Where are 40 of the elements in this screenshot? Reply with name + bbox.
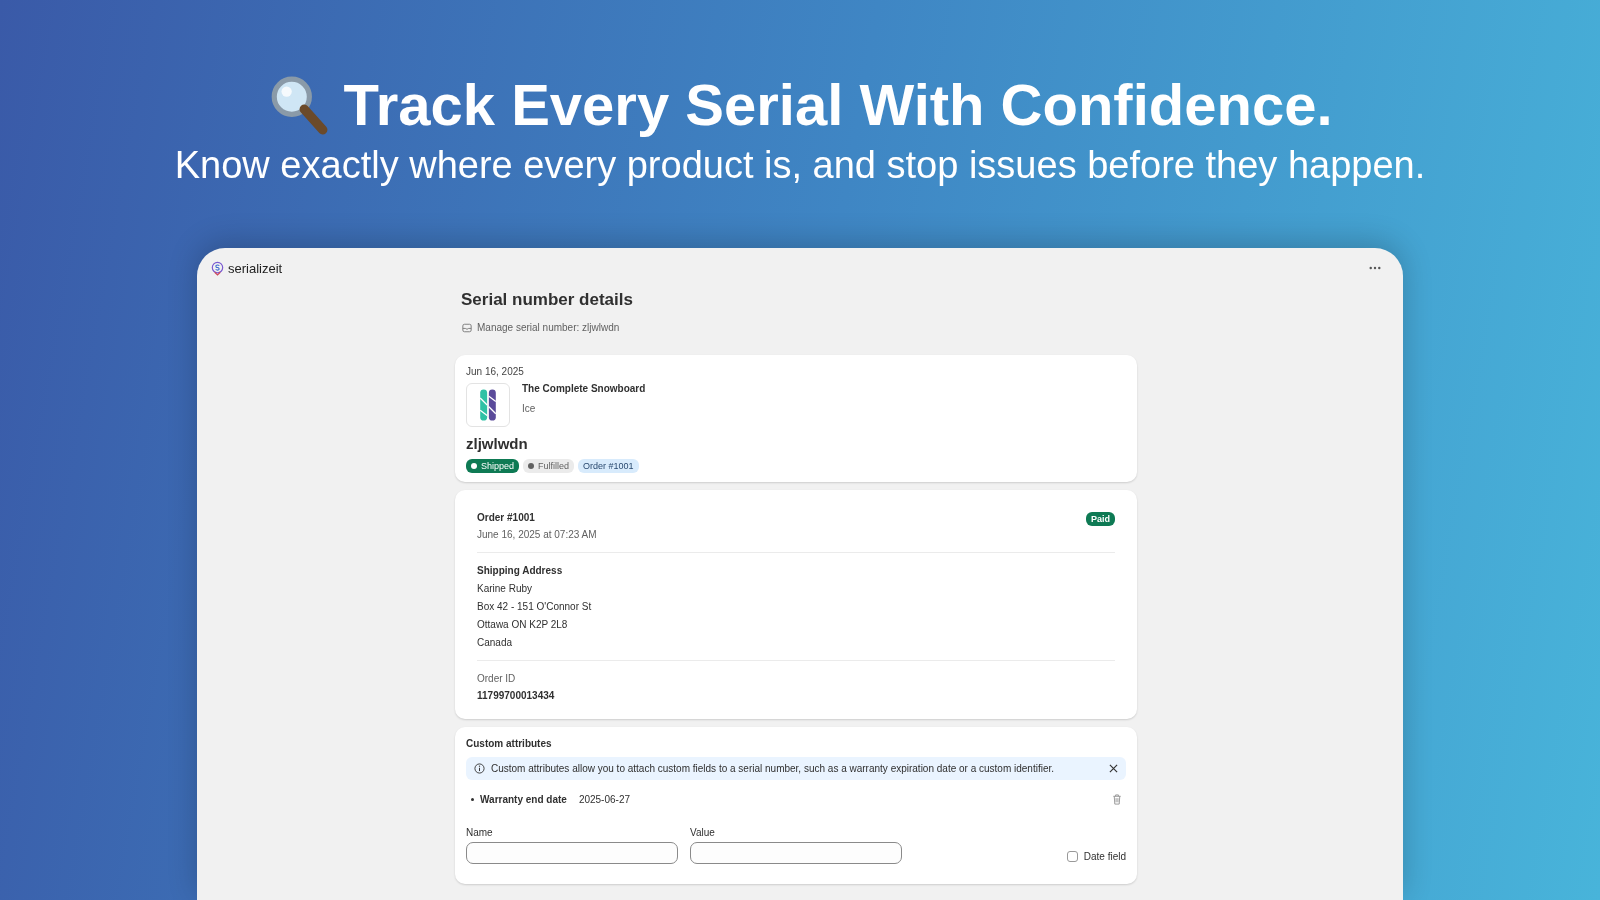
info-icon [474, 763, 485, 774]
app-name: serializeit [228, 260, 283, 276]
checkbox[interactable] [1066, 851, 1078, 862]
address-heading: Shipping Address [477, 565, 564, 576]
serial-date: Jun 16, 2025 [466, 366, 525, 377]
address-line: Box 42 - 151 O'Connor St [477, 601, 593, 612]
order-id-value: 11799700013434 [477, 690, 556, 701]
name-label: Name [466, 827, 494, 838]
page-title: Serial number details [461, 290, 634, 310]
more-icon[interactable] [1369, 266, 1381, 270]
logo-icon [211, 260, 224, 276]
trash-icon[interactable] [1112, 794, 1122, 805]
inbox-icon [462, 322, 472, 333]
attribute-name: Warranty end date [480, 794, 567, 805]
attribute-value: 2025-06-27 [578, 794, 631, 805]
bullet-icon [471, 798, 474, 801]
serial-number: zljwlwdn [466, 435, 529, 452]
address-line: Karine Ruby [477, 583, 534, 594]
order-title: Order #1001 [477, 512, 536, 523]
value-input[interactable] [690, 842, 902, 864]
address-line: Canada [477, 637, 514, 648]
close-icon[interactable] [1109, 764, 1118, 773]
product-name: The Complete Snowboard [522, 383, 646, 394]
headline: Track Every Serial With Confidence. [343, 72, 1333, 138]
status-badge: Order #1001 [578, 459, 639, 473]
order-id-label: Order ID [477, 673, 517, 684]
order-date: June 16, 2025 at 07:23 AM [477, 529, 597, 540]
banner-text: Custom attributes allow you to attach custom fields to a serial number, such as a warranty expiration date or a custom identifier. [491, 763, 1056, 774]
status-badge: Shipped [466, 459, 520, 473]
section-title: Custom attributes [466, 738, 553, 749]
product-variant: Ice [522, 403, 537, 414]
name-input[interactable] [466, 842, 678, 864]
checkbox-label: Date field [1083, 851, 1126, 862]
snowboard-thumbnail [466, 383, 510, 427]
status-badge: Fulfilled [523, 459, 575, 473]
page-subtitle: Manage serial number: zljwlwdn [477, 322, 620, 333]
subheadline: Know exactly where every product is, and stop issues before they happen. [174, 143, 1426, 188]
value-label: Value [690, 827, 716, 838]
payment-status-badge: Paid [1086, 512, 1115, 526]
address-line: Ottawa ON K2P 2L8 [477, 619, 569, 630]
